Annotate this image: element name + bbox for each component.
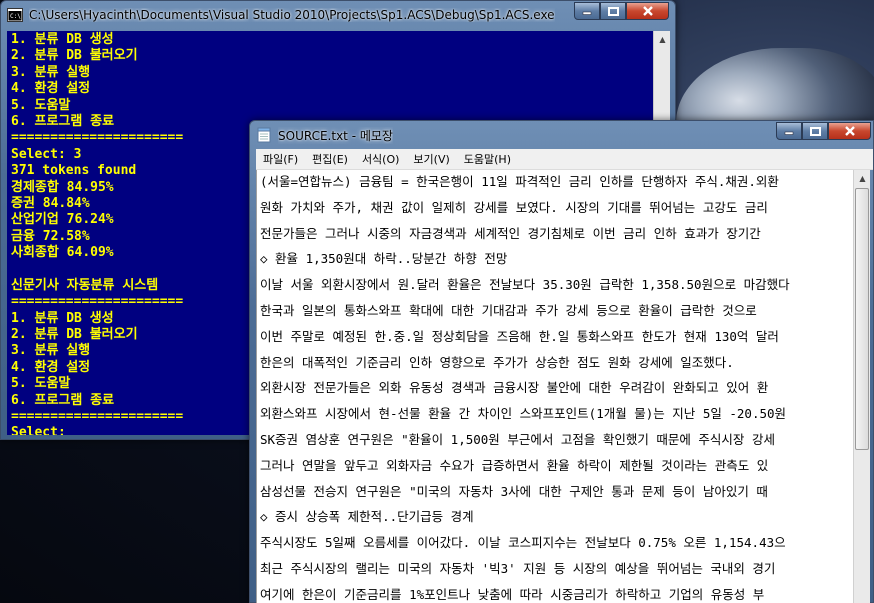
console-line: 3. 분류 실행 bbox=[11, 64, 91, 80]
console-lines: 1. 분류 DB 생성 2. 분류 DB 불러오기 3. 분류 실행 4. 환경… bbox=[11, 32, 183, 435]
console-line: 사회종합 64.09% bbox=[11, 245, 114, 261]
document-line: 그러나 연말을 앞두고 외화자금 수요가 급증하면서 환율 하락이 제한될 것이… bbox=[260, 457, 769, 473]
console-caption-buttons bbox=[574, 2, 669, 20]
scroll-up-arrow-icon[interactable]: ▲ bbox=[854, 170, 871, 187]
document-line: 한은의 대폭적인 기준금리 인하 영향으로 주가가 상승한 점도 원화 강세에 … bbox=[260, 354, 734, 370]
document-line: (서울=연합뉴스) 금융팀 = 한국은행이 11일 파격적인 금리 인하를 단행… bbox=[260, 174, 779, 189]
console-line: 371 tokens found bbox=[11, 163, 137, 179]
console-line: 1. 분류 DB 생성 bbox=[11, 310, 114, 326]
document-line: 최근 주식시장의 랠리는 미국의 자동차 '빅3' 지원 등 시장의 예상을 뛰… bbox=[260, 560, 776, 576]
console-line: 6. 프로그램 종료 bbox=[11, 392, 115, 408]
svg-text:C:\: C:\ bbox=[10, 13, 21, 20]
document-line: SK증권 염상훈 연구원은 "환율이 1,500원 부근에서 고점을 확인했기 … bbox=[260, 431, 775, 447]
console-line: ====================== bbox=[11, 408, 184, 424]
notepad-window[interactable]: SOURCE.txt - 메모장 파일(F) 편집(E) 서식(O) 보기(V)… bbox=[249, 120, 874, 603]
console-line: 4. 환경 설정 bbox=[11, 359, 91, 375]
document-line: 외환시장 전문가들은 외화 유동성 경색과 금융시장 불안에 대한 우려감이 완… bbox=[260, 380, 769, 396]
menu-file[interactable]: 파일(F) bbox=[256, 151, 305, 167]
console-line: 6. 프로그램 종료 bbox=[11, 113, 115, 129]
console-line: 2. 분류 DB 불러오기 bbox=[11, 327, 138, 343]
console-prompt: Select: bbox=[11, 425, 66, 435]
notepad-title: SOURCE.txt - 메모장 bbox=[278, 128, 393, 143]
console-line: 산업기업 76.24% bbox=[11, 212, 114, 228]
notepad-text-area[interactable]: (서울=연합뉴스) 금융팀 = 한국은행이 11일 파격적인 금리 인하를 단행… bbox=[256, 170, 853, 603]
minimize-button[interactable] bbox=[574, 2, 600, 20]
scrollbar-thumb[interactable] bbox=[855, 188, 869, 450]
console-line: 신문기사 자동분류 시스템 bbox=[11, 277, 159, 293]
console-title: C:\Users\Hyacinth\Documents\Visual Studi… bbox=[29, 8, 555, 22]
console-app-icon: C:\ bbox=[7, 7, 23, 23]
menu-view[interactable]: 보기(V) bbox=[406, 151, 456, 167]
notepad-icon bbox=[256, 127, 272, 143]
console-line: 경제종합 84.95% bbox=[11, 179, 114, 195]
document-line: ◇ 환율 1,350원대 하락..당분간 하향 전망 bbox=[260, 251, 508, 267]
maximize-button[interactable] bbox=[600, 2, 626, 20]
console-line: 5. 도움말 bbox=[11, 376, 71, 392]
console-line: 3. 분류 실행 bbox=[11, 343, 91, 359]
close-button[interactable] bbox=[828, 122, 871, 140]
document-line: ◇ 증시 상승폭 제한적..단기급등 경계 bbox=[260, 509, 474, 525]
document-line: 삼성선물 전승지 연구원은 "미국의 자동차 3사에 대한 구제안 통과 문제 … bbox=[260, 483, 768, 499]
notepad-caption-buttons bbox=[776, 122, 871, 140]
document-line: 전문가들은 그러나 시중의 자금경색과 세계적인 경기침체로 이번 금리 인하 … bbox=[260, 225, 761, 241]
document-line: 한국과 일본의 통화스와프 확대에 대한 기대감과 주가 강세 등으로 환율이 … bbox=[260, 302, 757, 318]
console-line: 1. 분류 DB 생성 bbox=[11, 32, 114, 47]
document-line: 여기에 한은이 기준금리를 1%포인트나 낮춤에 따라 시중금리가 하락하고 기… bbox=[260, 586, 765, 602]
menu-help[interactable]: 도움말(H) bbox=[457, 151, 518, 167]
console-line: 증권 84.84% bbox=[11, 195, 90, 211]
console-line: 2. 분류 DB 불러오기 bbox=[11, 48, 138, 64]
scroll-up-arrow-icon[interactable]: ▲ bbox=[654, 31, 671, 48]
document-line: 이날 서울 외환시장에서 원.달러 환율은 전날보다 35.30원 급락한 1,… bbox=[260, 277, 790, 293]
minimize-button[interactable] bbox=[776, 122, 802, 140]
close-button[interactable] bbox=[626, 2, 669, 20]
console-line: 금융 72.58% bbox=[11, 228, 90, 244]
document-line: 주식시장도 5일째 오름세를 이어갔다. 이날 코스피지수는 전날보다 0.75… bbox=[260, 535, 786, 551]
console-line: 5. 도움말 bbox=[11, 97, 71, 113]
console-line: 4. 환경 설정 bbox=[11, 81, 91, 97]
menu-edit[interactable]: 편집(E) bbox=[305, 151, 355, 167]
document-line: 외환스와프 시장에서 현-선물 환율 간 차이인 스와프포인트(1개월 물)는 … bbox=[260, 406, 787, 422]
notepad-scrollbar[interactable]: ▲ bbox=[853, 170, 870, 603]
notepad-menubar: 파일(F) 편집(E) 서식(O) 보기(V) 도움말(H) bbox=[256, 149, 873, 170]
console-line: ====================== bbox=[11, 130, 184, 146]
document-lines: (서울=연합뉴스) 금융팀 = 한국은행이 11일 파격적인 금리 인하를 단행… bbox=[260, 170, 790, 603]
menu-format[interactable]: 서식(O) bbox=[355, 151, 406, 167]
console-line: ====================== bbox=[11, 294, 184, 310]
document-line: 원화 가치와 주가, 채권 값이 일제히 강세를 보였다. 시장의 기대를 뛰어… bbox=[260, 199, 768, 215]
document-line: 이번 주말로 예정된 한.중.일 정상회담을 즈음해 한.일 통화스와프 한도가… bbox=[260, 328, 779, 344]
console-line: Select: 3 bbox=[11, 146, 82, 162]
maximize-button[interactable] bbox=[802, 122, 828, 140]
